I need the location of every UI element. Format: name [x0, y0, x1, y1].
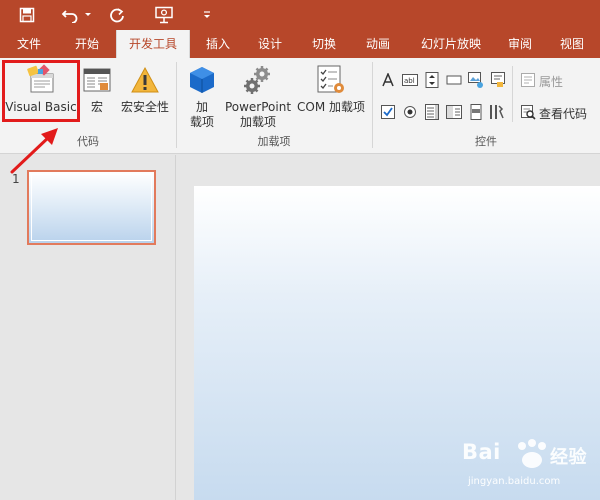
controls-group-label: 控件	[475, 135, 497, 148]
tab-animations[interactable]: 动画	[356, 30, 400, 58]
properties-button[interactable]: 属性	[520, 72, 563, 91]
tab-developer[interactable]: 开发工具	[116, 30, 190, 58]
save-icon[interactable]	[14, 0, 40, 30]
properties-icon	[520, 72, 536, 91]
com-addins-label: COM 加载项	[297, 100, 365, 114]
tab-file[interactable]: 文件	[8, 30, 50, 58]
addins-button[interactable]: 加 载项	[184, 64, 220, 130]
combobox-control-icon[interactable]	[446, 104, 462, 120]
addins-label-line1: 加	[195, 100, 208, 114]
redo-icon[interactable]	[105, 0, 129, 30]
svg-text:abl: abl	[404, 77, 415, 85]
addins-cube-icon	[186, 64, 218, 96]
powerpoint-addins-button[interactable]: PowerPoint 加载项	[224, 64, 292, 130]
tab-design[interactable]: 设计	[248, 30, 292, 58]
group-separator	[372, 62, 373, 148]
presentation-icon[interactable]	[150, 0, 178, 30]
slide-thumbnail[interactable]	[27, 170, 156, 245]
code-group-label: 代码	[77, 135, 99, 148]
title-bar	[0, 0, 600, 30]
listbox-control-icon[interactable]	[424, 104, 440, 120]
visual-basic-highlight-box	[2, 60, 80, 122]
view-code-button[interactable]: 查看代码	[520, 104, 587, 123]
addins-label-line2: 载项	[189, 115, 214, 129]
tab-home[interactable]: 开始	[64, 30, 110, 58]
watermark-text-a: Bai	[462, 440, 501, 464]
gears-icon	[242, 64, 274, 96]
tab-insert[interactable]: 插入	[196, 30, 240, 58]
more-controls-icon[interactable]	[490, 72, 506, 88]
powerpoint-addins-label-line2: 加载项	[239, 115, 276, 129]
ribbon: Visual Basic 宏 宏安全性 代码 加 载项 PowerPoint 加…	[0, 58, 600, 154]
view-code-label: 查看代码	[539, 107, 588, 121]
paw-logo-icon	[518, 439, 546, 468]
label-control-icon[interactable]	[380, 72, 396, 88]
undo-icon[interactable]	[58, 0, 82, 30]
watermark-url: jingyan.baidu.com	[468, 476, 561, 487]
macro-icon	[81, 64, 113, 96]
baidu-watermark: Bai 经验 jingyan.baidu.com	[462, 438, 598, 494]
tab-slideshow[interactable]: 幻灯片放映	[408, 30, 494, 58]
ribbon-tabs: 文件 开始 开发工具 插入 设计 切换 动画 幻灯片放映 审阅 视图	[0, 30, 600, 58]
undo-dropdown-icon[interactable]	[83, 0, 93, 30]
com-addins-icon	[315, 64, 347, 96]
macro-button[interactable]: 宏	[82, 64, 112, 115]
warning-icon	[129, 64, 161, 96]
macro-security-label: 宏安全性	[120, 100, 169, 114]
tab-view[interactable]: 视图	[550, 30, 594, 58]
watermark-text-b: 经验	[550, 447, 587, 468]
checkbox-control-icon[interactable]	[380, 104, 396, 120]
com-addins-button[interactable]: COM 加载项	[294, 64, 368, 115]
tab-transitions[interactable]: 切换	[302, 30, 346, 58]
properties-label: 属性	[539, 75, 564, 89]
image-control-icon[interactable]	[468, 72, 484, 88]
textbox-control-icon[interactable]: abl	[402, 72, 418, 88]
option-button-icon[interactable]	[402, 104, 418, 120]
addins-group-label: 加载项	[257, 135, 291, 148]
powerpoint-addins-label-line1: PowerPoint	[224, 100, 292, 114]
customize-toolbar-icon[interactable]	[200, 0, 214, 30]
view-code-icon	[520, 104, 536, 123]
scrollbar-control-icon[interactable]	[468, 104, 484, 120]
controls-inner-separator	[512, 66, 513, 122]
tab-review[interactable]: 审阅	[498, 30, 542, 58]
slide-number: 1	[12, 172, 20, 186]
macro-security-button[interactable]: 宏安全性	[118, 64, 172, 115]
spin-control-icon[interactable]	[424, 72, 440, 88]
toggle-tools-icon[interactable]	[488, 104, 504, 120]
group-separator	[176, 62, 177, 148]
macro-label: 宏	[90, 100, 103, 114]
button-control-icon[interactable]	[446, 72, 462, 88]
